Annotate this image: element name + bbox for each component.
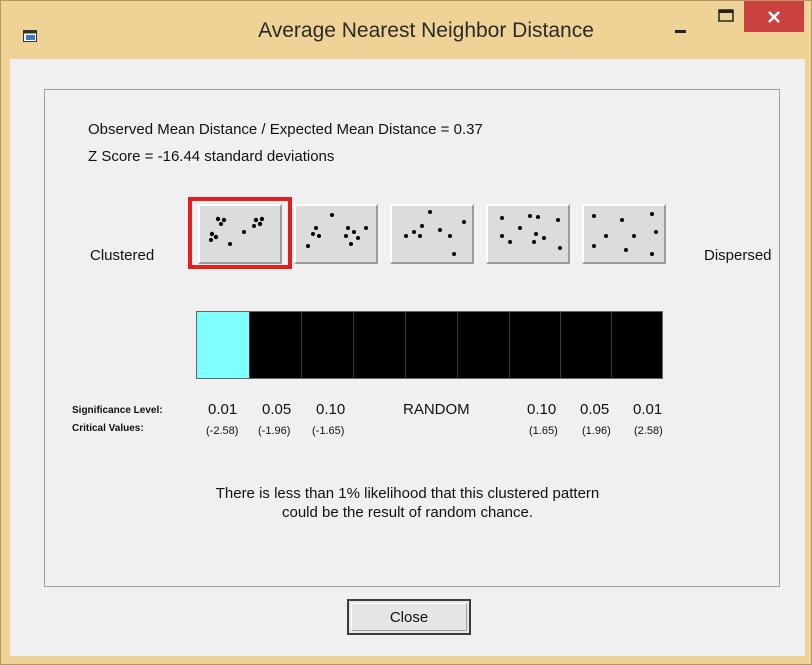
bar-segment-active (197, 312, 249, 378)
dialog-icon (23, 30, 37, 42)
bar-segment (301, 312, 353, 378)
significance-random: RANDOM (403, 401, 470, 418)
dialog-client-area: Observed Mean Distance / Expected Mean D… (10, 59, 805, 656)
dispersed-label: Dispersed (704, 247, 772, 264)
selected-pattern-highlight (188, 197, 292, 269)
bar-segment (405, 312, 457, 378)
minimize-icon[interactable] (673, 25, 689, 41)
bar-segment (457, 312, 509, 378)
pattern-random (390, 204, 474, 264)
critical-values-label: Critical Values: (72, 423, 144, 434)
close-window-button[interactable] (744, 1, 804, 32)
critical-value: (2.58) (634, 425, 663, 437)
significance-value: 0.05 (580, 401, 610, 418)
significance-bar (196, 311, 663, 379)
bar-segment (560, 312, 611, 378)
critical-value: (1.96) (582, 425, 611, 437)
title-bar[interactable]: Average Nearest Neighbor Distance (1, 1, 812, 42)
significance-value: 0.10 (316, 401, 346, 418)
pattern-dispersed (582, 204, 666, 264)
bar-segment (611, 312, 662, 378)
close-icon (768, 10, 780, 23)
significance-value: 0.10 (527, 401, 557, 418)
message-line-1: There is less than 1% likelihood that th… (215, 485, 600, 502)
pattern-somewhat-dispersed (486, 204, 570, 264)
clustered-label: Clustered (90, 247, 155, 264)
significance-value: 0.01 (208, 401, 238, 418)
significance-level-label: Significance Level: (72, 405, 163, 416)
critical-value: (-1.65) (312, 425, 345, 437)
somewhat-clustered-pattern-icon (306, 213, 368, 248)
window-title: Average Nearest Neighbor Distance (258, 19, 594, 42)
bar-segment (249, 312, 301, 378)
zscore-text: Z Score = -16.44 standard deviations (88, 148, 335, 165)
message-line-2: could be the result of random chance. (282, 504, 533, 521)
distance-ratio-text: Observed Mean Distance / Expected Mean D… (88, 121, 483, 138)
dispersed-pattern-icon (592, 212, 658, 256)
close-button-bevel (351, 603, 467, 631)
critical-value: (-2.58) (206, 425, 239, 437)
somewhat-dispersed-pattern-icon (500, 214, 562, 250)
critical-value: (1.65) (529, 425, 558, 437)
pattern-somewhat-clustered (294, 204, 378, 264)
significance-value: 0.01 (633, 401, 663, 418)
critical-value: (-1.96) (258, 425, 291, 437)
close-button[interactable]: Close (347, 599, 471, 635)
maximize-icon[interactable] (711, 5, 741, 27)
interpretation-message: There is less than 1% likelihood that th… (10, 484, 805, 522)
bar-segment (353, 312, 405, 378)
bar-segment (509, 312, 560, 378)
random-pattern-icon (404, 210, 466, 256)
dialog-window: Average Nearest Neighbor Distance Observ… (0, 0, 812, 665)
significance-value: 0.05 (262, 401, 292, 418)
